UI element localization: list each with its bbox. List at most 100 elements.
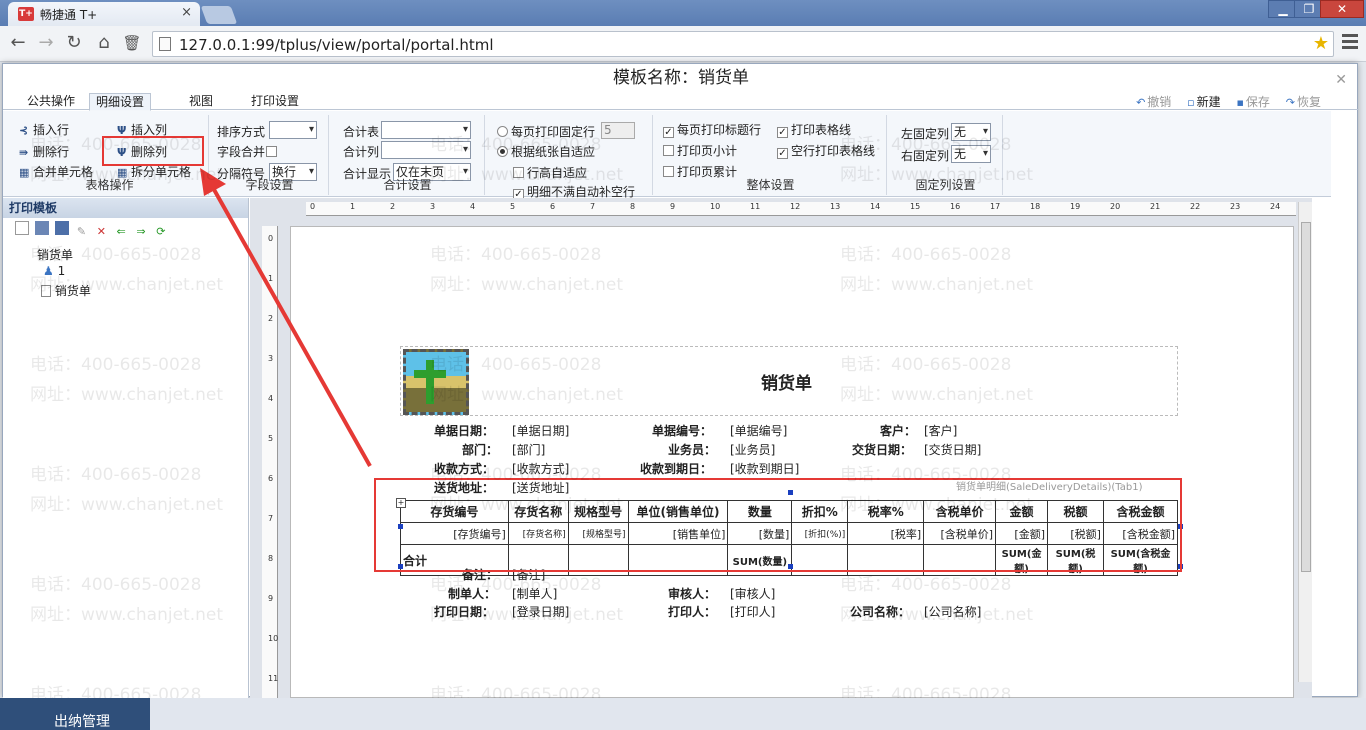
tab-print-settings[interactable]: 打印设置 [245, 93, 305, 111]
tab-detail-settings[interactable]: 明细设置 [89, 93, 152, 111]
print-subtotal-option[interactable]: 打印页小计 [663, 142, 737, 159]
footer-value[interactable]: [打印人] [730, 603, 775, 620]
back-icon[interactable]: ← [6, 32, 30, 54]
browser-toolbar: ← → ↻ ⌂ 🗑 127.0.0.1:99/tplus/view/portal… [0, 26, 1366, 62]
refresh-icon[interactable]: ⟳ [154, 225, 168, 239]
tab-close-icon[interactable]: × [181, 5, 192, 20]
header-field[interactable]: 客户： [880, 422, 916, 439]
total-col-label: 合计列 [343, 145, 380, 159]
template-panel-title: 打印模板 [3, 198, 248, 218]
saveas-template-icon[interactable] [54, 221, 69, 235]
header-field[interactable]: 收款方式： [434, 460, 494, 477]
forward-icon[interactable]: → [34, 32, 58, 54]
template-dialog: 模板名称：销货单 ✕ 公共操作 明细设置 视图 打印设置 ↶ 撤销 ▫ 新建 ▪ 保存… [2, 63, 1359, 698]
browser-tab[interactable]: T+ 畅捷通 T+ × [8, 2, 200, 26]
blank-grid-option[interactable]: ✓ 空行打印表格线 [777, 142, 875, 159]
left-fixed-select[interactable]: 无 [951, 123, 991, 141]
sort-select[interactable] [269, 121, 317, 139]
header-field[interactable]: 业务员： [668, 441, 716, 458]
home-icon[interactable]: ⌂ [92, 32, 116, 54]
field-merge-checkbox[interactable] [266, 146, 278, 157]
footer-value[interactable]: [制单人] [512, 585, 557, 602]
delete-template-icon[interactable]: ✕ [94, 225, 108, 239]
import-icon[interactable]: ⇐ [114, 225, 128, 239]
save-button[interactable]: ▪ 保存 [1236, 95, 1269, 109]
page-icon [159, 37, 171, 51]
tree-user-node[interactable]: ♟ 1 [43, 264, 65, 278]
header-field[interactable]: 单据日期： [434, 422, 494, 439]
footer-value[interactable]: [审核人] [730, 585, 775, 602]
vertical-scrollbar[interactable] [1298, 202, 1312, 682]
logo-image[interactable] [403, 349, 469, 415]
footer-value[interactable]: [公司名称] [924, 603, 981, 620]
auto-fit-option[interactable]: 根据纸张自适应 [497, 143, 595, 160]
total-col-select[interactable] [381, 141, 471, 159]
restore-button[interactable]: ↷ 恢复 [1286, 95, 1321, 109]
header-field[interactable]: 交货日期： [852, 441, 912, 458]
delete-row-button[interactable]: ⇛ 删除行 [19, 143, 69, 160]
total-table-select[interactable] [381, 121, 471, 139]
bookmark-star-icon[interactable]: ★ [1313, 33, 1329, 54]
print-subtotal-checkbox[interactable] [663, 145, 674, 156]
blank-grid-checkbox[interactable]: ✓ [777, 148, 788, 159]
new-template-icon[interactable] [15, 221, 29, 235]
row-height-auto-checkbox[interactable] [513, 167, 524, 178]
window-close-button[interactable]: ✕ [1320, 0, 1364, 18]
fixed-rows-input[interactable]: 5 [601, 122, 635, 139]
dialog-title: 模板名称：销货单 [613, 68, 749, 88]
trash-icon[interactable]: 🗑 [120, 32, 144, 54]
scroll-thumb[interactable] [1301, 222, 1311, 572]
edit-template-icon[interactable]: ✎ [74, 225, 88, 239]
header-value[interactable]: [业务员] [730, 441, 775, 458]
right-fixed-select[interactable]: 无 [951, 145, 991, 163]
print-title-each-checkbox[interactable]: ✓ [663, 127, 674, 138]
header-field[interactable]: 收款到期日： [640, 460, 712, 477]
header-field[interactable]: 单据编号： [652, 422, 712, 439]
cashier-nav-button[interactable]: 出纳管理 [0, 698, 150, 730]
insert-row-button[interactable]: ⊰ 插入行 [19, 121, 69, 138]
footer-field[interactable]: 打印人： [668, 603, 716, 620]
header-value[interactable]: [部门] [512, 441, 545, 458]
browser-menu-icon[interactable] [1342, 34, 1358, 52]
ruler-h-tick: 14 [870, 202, 881, 211]
field-label: 制单人： [448, 587, 497, 601]
auto-fit-radio[interactable] [497, 146, 508, 157]
print-grid-checkbox[interactable]: ✓ [777, 127, 788, 138]
footer-field[interactable]: 制单人： [448, 585, 496, 602]
address-bar[interactable]: 127.0.0.1:99/tplus/view/portal/portal.ht… [152, 31, 1334, 57]
save-template-icon[interactable] [34, 221, 49, 235]
footer-value[interactable]: [登录日期] [512, 603, 569, 620]
row-height-auto-option[interactable]: 行高自适应 [513, 164, 587, 181]
field-merge-option[interactable]: 字段合并 [217, 143, 280, 160]
fixed-rows-radio[interactable] [497, 126, 508, 137]
header-value[interactable]: [收款方式] [512, 460, 569, 477]
footer-field[interactable]: 公司名称： [850, 603, 910, 620]
dialog-close-icon[interactable]: ✕ [1335, 72, 1347, 88]
header-field[interactable]: 部门： [462, 441, 498, 458]
undo-button[interactable]: ↶ 撤销 [1136, 95, 1171, 109]
footer-field[interactable]: 审核人： [668, 585, 716, 602]
tab-common-ops[interactable]: 公共操作 [21, 93, 81, 111]
header-value[interactable]: [单据编号] [730, 422, 787, 439]
report-title-area[interactable]: 销货单 [400, 346, 1178, 416]
report-title[interactable]: 销货单 [761, 369, 812, 394]
footer-field[interactable]: 打印日期： [434, 603, 494, 620]
tree-root[interactable]: 销货单 [37, 246, 73, 263]
print-title-each-option[interactable]: ✓ 每页打印标题行 [663, 121, 761, 138]
export-icon[interactable]: ⇒ [134, 225, 148, 239]
new-button[interactable]: ▫ 新建 [1187, 95, 1220, 109]
header-value[interactable]: [交货日期] [924, 441, 981, 458]
header-value[interactable]: [单据日期] [512, 422, 569, 439]
header-value[interactable]: [客户] [924, 422, 957, 439]
print-grid-option[interactable]: ✓ 打印表格线 [777, 121, 851, 138]
design-canvas[interactable]: 0 1 2 3 4 5 6 7 8 9 10 11 12 13 14 15 16 17 18 19 20 21 22 23 24… [250, 198, 1312, 698]
new-tab-button[interactable] [200, 6, 238, 24]
fixed-rows-option[interactable]: 每页打印固定行 [497, 123, 595, 140]
ruler-h-tick: 1 [350, 202, 356, 211]
reload-icon[interactable]: ↻ [62, 32, 86, 54]
tree-doc-node[interactable]: 销货单 [41, 282, 91, 299]
header-value[interactable]: [收款到期日] [730, 460, 799, 477]
ruler-v-tick: 9 [268, 594, 274, 603]
vertical-ruler: 0 1 2 3 4 5 6 7 8 9 10 11 [262, 226, 278, 698]
tab-view[interactable]: 视图 [183, 93, 219, 111]
